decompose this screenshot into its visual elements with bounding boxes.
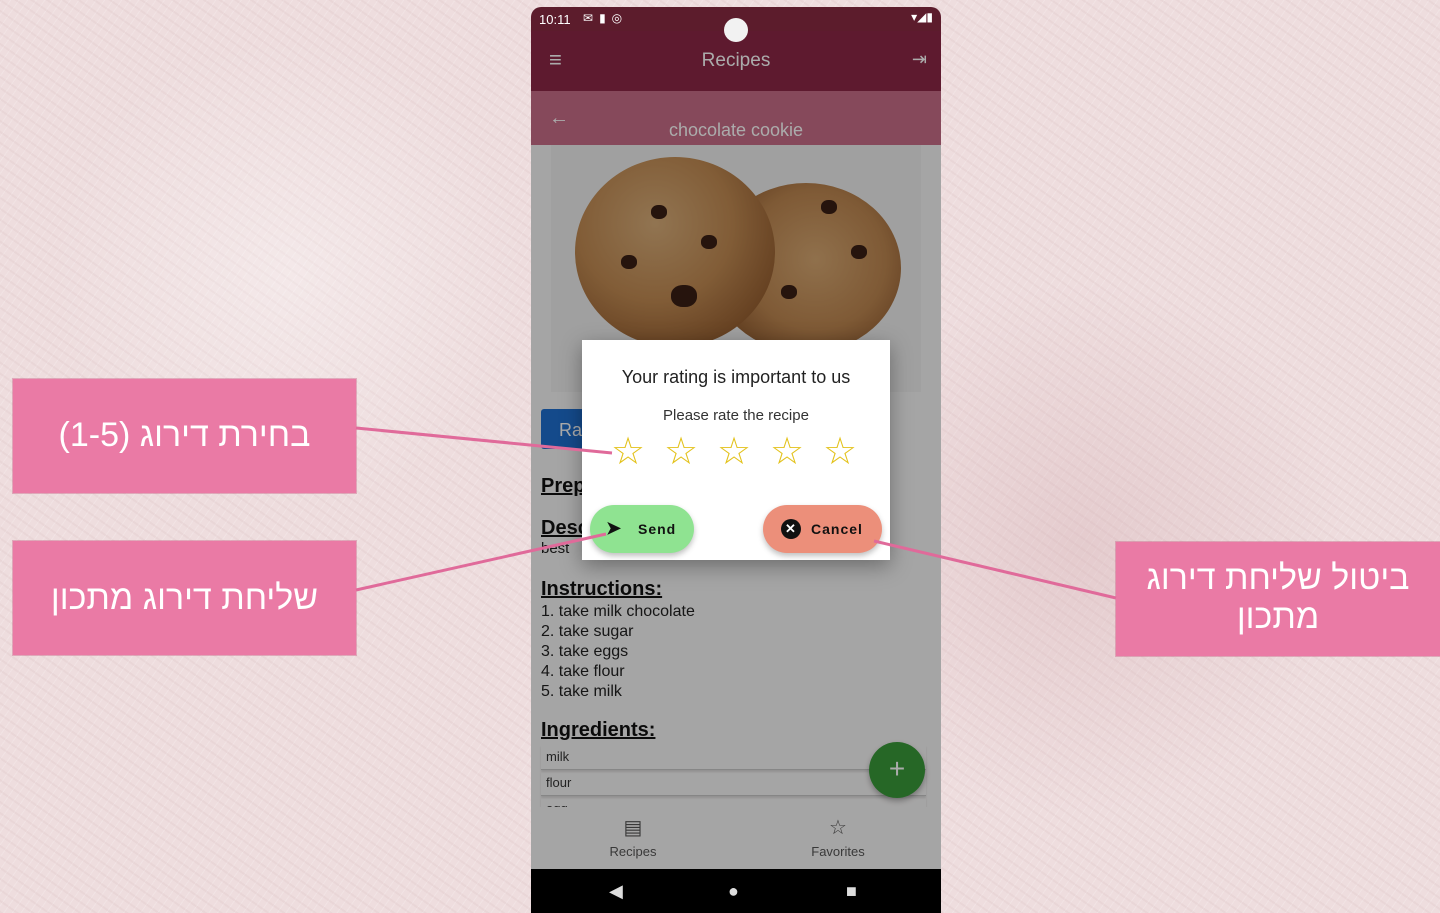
notification-icons: ✉▮◎: [583, 11, 628, 25]
star-1-icon[interactable]: ☆: [611, 432, 645, 472]
cancel-button[interactable]: ✕ Cancel: [763, 505, 882, 553]
callout-send-rating-text: שליחת דירוג מתכון: [50, 579, 319, 617]
phone-screen: 10:11 ✉▮◎ ▾◢▮ ≡ Recipes ⇥ ← chocolate co…: [531, 7, 941, 913]
star-2-icon[interactable]: ☆: [664, 432, 698, 472]
send-button-label: Send: [638, 521, 677, 537]
signal-icon: ◢: [917, 10, 927, 24]
sd-card-icon: ▮: [599, 11, 612, 25]
back-triangle-icon[interactable]: ◀: [609, 881, 623, 902]
vpn-icon: ◎: [611, 11, 629, 25]
dialog-title: Your rating is important to us: [621, 367, 851, 387]
callout-cancel-rating-line1: ביטול שליחת דירוג: [1146, 559, 1410, 597]
battery-icon: ▮: [926, 10, 933, 24]
star-4-icon[interactable]: ☆: [770, 432, 804, 472]
camera-cutout: [724, 18, 748, 42]
callout-rating-select-text: בחירת דירוג (1-5): [58, 416, 311, 454]
send-button[interactable]: ➤ Send: [590, 505, 694, 553]
callout-rating-select: בחירת דירוג (1-5): [13, 379, 356, 493]
system-icons: ▾◢▮: [911, 10, 933, 24]
callout-send-rating: שליחת דירוג מתכון: [13, 541, 356, 655]
mail-icon: ✉: [583, 11, 600, 25]
cancel-button-label: Cancel: [811, 521, 863, 537]
dialog-subtitle: Please rate the recipe: [663, 407, 809, 424]
status-time: 10:11: [539, 12, 571, 27]
recents-square-icon[interactable]: ■: [846, 881, 857, 902]
rating-dialog: Your rating is important to us Please ra…: [582, 340, 890, 560]
callout-cancel-rating: ביטול שליחת דירוג מתכון: [1116, 542, 1440, 656]
home-circle-icon[interactable]: ●: [728, 881, 739, 902]
callout-cancel-rating-line2: מתכון: [1236, 598, 1320, 636]
send-icon: ➤: [606, 518, 623, 538]
system-navigation-bar: ◀ ● ■: [531, 869, 941, 913]
close-circle-icon: ✕: [781, 519, 801, 539]
star-5-icon[interactable]: ☆: [823, 432, 857, 472]
star-3-icon[interactable]: ☆: [717, 432, 751, 472]
